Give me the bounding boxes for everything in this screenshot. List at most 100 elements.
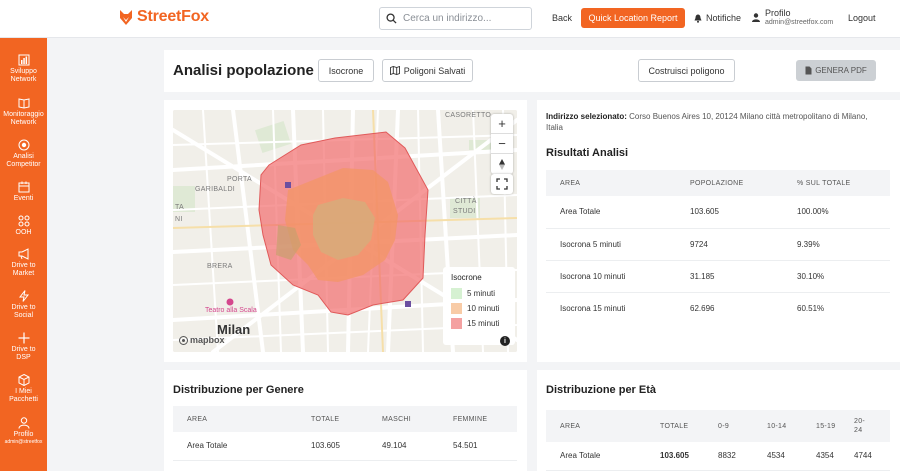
- sidebar-item-monitoraggio-network[interactable]: Monitoraggio Network: [0, 97, 47, 127]
- profile-menu[interactable]: Profilo admin@streetfox.com: [752, 8, 833, 28]
- generate-pdf-button[interactable]: GENERA PDF: [796, 60, 876, 81]
- age-distribution-card: Distribuzione per Età AREA TOTALE 0-9 10…: [537, 370, 900, 471]
- bell-icon: [694, 14, 702, 23]
- build-polygon-button[interactable]: Costruisci poligono: [638, 59, 735, 82]
- table-cell: Isocrona 5 minuti: [546, 228, 676, 261]
- sidebar-label: Drive to Social: [11, 304, 36, 319]
- bar-chart-icon: [18, 54, 29, 66]
- sidebar-sub-email: admin@streetfox: [4, 439, 43, 445]
- info-icon[interactable]: i: [500, 336, 510, 346]
- col-header: POPOLAZIONE: [676, 170, 783, 196]
- table-cell: Isocrona 10 minuti: [546, 260, 676, 293]
- table-cell: Area Totale: [546, 442, 646, 471]
- mapbox-label: mapbox: [190, 335, 225, 345]
- legend-swatch: [451, 303, 462, 314]
- back-link[interactable]: Back: [552, 13, 572, 23]
- brand-logo[interactable]: StreetFox: [118, 8, 209, 26]
- sidebar-item-profilo[interactable]: Profilo admin@streetfox: [0, 417, 47, 445]
- package-icon: [18, 374, 29, 386]
- sidebar: Sviluppo Network Monitoraggio Network An…: [0, 38, 47, 471]
- results-card: Indirizzo selezionato: Corso Buenos Aire…: [537, 100, 900, 362]
- table-cell: 30.10%: [783, 260, 890, 293]
- table-cell: 31.185: [676, 260, 783, 293]
- legend-item-15: 15 minuti: [451, 318, 515, 329]
- table-row: Isocrona 10 minuti 31.185 30.10%: [546, 260, 890, 293]
- search-box[interactable]: [379, 7, 532, 30]
- table-cell: Area Totale: [173, 432, 297, 461]
- col-header: TOTALE: [297, 406, 368, 432]
- legend-label: 15 minuti: [467, 319, 500, 328]
- notifications-link[interactable]: Notifiche: [694, 13, 741, 23]
- gender-distribution-card: Distribuzione per Genere AREA TOTALE MAS…: [164, 370, 527, 471]
- table-cell: 60.51%: [797, 303, 825, 313]
- table-header-row: AREA POPOLAZIONE % SUL TOTALE: [546, 170, 890, 196]
- table-row: Area Totale 103.605 8832 4534 4354 4744: [546, 442, 890, 471]
- profile-name: Profilo: [765, 8, 791, 18]
- page-header-card: Analisi popolazione Isocrone Poligoni Sa…: [164, 50, 900, 92]
- map-label-garibaldi: GARIBALDI: [195, 186, 236, 193]
- table-cell: 100.00%: [783, 196, 890, 229]
- map-label-casoretto: CASORETTO: [445, 112, 492, 119]
- table-header-row: AREA TOTALE MASCHI FEMMINE: [173, 406, 517, 432]
- file-icon: [805, 66, 812, 75]
- grid-icon: [18, 215, 29, 227]
- fullscreen-icon: [496, 178, 508, 190]
- gender-title: Distribuzione per Genere: [173, 384, 304, 396]
- profile-email: admin@streetfox.com: [765, 19, 834, 26]
- sidebar-item-sviluppo-network[interactable]: Sviluppo Network: [0, 54, 47, 84]
- bolt-icon: [18, 290, 29, 302]
- user-icon: [18, 417, 29, 429]
- sidebar-label: Monitoraggio Network: [3, 111, 44, 126]
- age-table: AREA TOTALE 0-9 10-14 15-19 20- 24 Area …: [546, 410, 890, 471]
- search-input[interactable]: [403, 13, 523, 24]
- age-title: Distribuzione per Età: [546, 384, 657, 396]
- sidebar-item-i-miei-pacchetti[interactable]: I Miei Pacchetti: [0, 374, 47, 404]
- col-header: AREA: [173, 406, 297, 432]
- map-label-ta: TA: [175, 204, 185, 211]
- map-label-porta: PORTA: [227, 176, 252, 183]
- sidebar-item-eventi[interactable]: Eventi: [0, 181, 47, 203]
- fullscreen-button[interactable]: [491, 174, 513, 194]
- quick-location-report-button[interactable]: Quick Location Report: [581, 8, 685, 28]
- table-row: Area Totale 103.605 100.00%: [546, 196, 890, 229]
- table-cell: 9724: [676, 228, 783, 261]
- isocrone-button[interactable]: Isocrone: [318, 59, 374, 82]
- sidebar-item-ooh[interactable]: OOH: [0, 215, 47, 237]
- compass-button[interactable]: [491, 154, 513, 174]
- sidebar-item-analisi-competitor[interactable]: Analisi Competitor: [0, 139, 47, 169]
- map-label-ni: NI: [175, 216, 183, 223]
- notifications-label: Notifiche: [706, 13, 742, 23]
- sidebar-label: Analisi Competitor: [6, 153, 41, 168]
- mapbox-attribution[interactable]: mapbox: [179, 335, 225, 345]
- sidebar-item-drive-to-social[interactable]: Drive to Social: [0, 290, 47, 320]
- sidebar-label: Sviluppo Network: [10, 68, 37, 83]
- table-cell: Area Totale: [546, 196, 676, 229]
- table-cell: Isocrona 15 minuti: [560, 303, 626, 313]
- map-card: PORTA GARIBALDI TA NI BRERA CASORETTO CI…: [164, 100, 527, 362]
- table-header-row: AREA TOTALE 0-9 10-14 15-19 20- 24: [546, 410, 890, 442]
- table-cell: 8832: [704, 442, 753, 471]
- zoom-out-button[interactable]: −: [491, 134, 513, 154]
- fox-logo-icon: [120, 10, 132, 25]
- legend-label: 5 minuti: [467, 289, 496, 298]
- sidebar-label: Drive to DSP: [11, 346, 36, 361]
- col-header: 15-19: [802, 410, 848, 442]
- table-row: Isocrona 5 minuti 9724 9.39%: [546, 228, 890, 261]
- zoom-in-button[interactable]: +: [491, 114, 513, 134]
- sidebar-item-drive-to-market[interactable]: Drive to Market: [0, 248, 47, 278]
- sidebar-item-drive-to-dsp[interactable]: Drive to DSP: [0, 332, 47, 362]
- isochrone-map[interactable]: PORTA GARIBALDI TA NI BRERA CASORETTO CI…: [173, 110, 517, 352]
- search-icon: [386, 13, 397, 24]
- col-header: 10-14: [753, 410, 802, 442]
- results-table: AREA POPOLAZIONE % SUL TOTALE Area Total…: [546, 170, 890, 324]
- map-label-teatro-alla-scala: Teatro alla Scala: [205, 307, 257, 314]
- saved-polygons-label: Poligoni Salvati: [403, 65, 466, 76]
- map-label-citta: CITTÀ: [455, 198, 477, 205]
- table-row: Area Totale 103.605 49.104 54.501: [173, 432, 517, 461]
- saved-polygons-button[interactable]: Poligoni Salvati: [382, 59, 473, 82]
- mapbox-logo-icon: [179, 335, 188, 345]
- table-cell: 103.605: [297, 432, 368, 461]
- table-cell: 103.605: [646, 442, 704, 471]
- logout-link[interactable]: Logout: [848, 13, 876, 23]
- table-cell: 4534: [753, 442, 802, 471]
